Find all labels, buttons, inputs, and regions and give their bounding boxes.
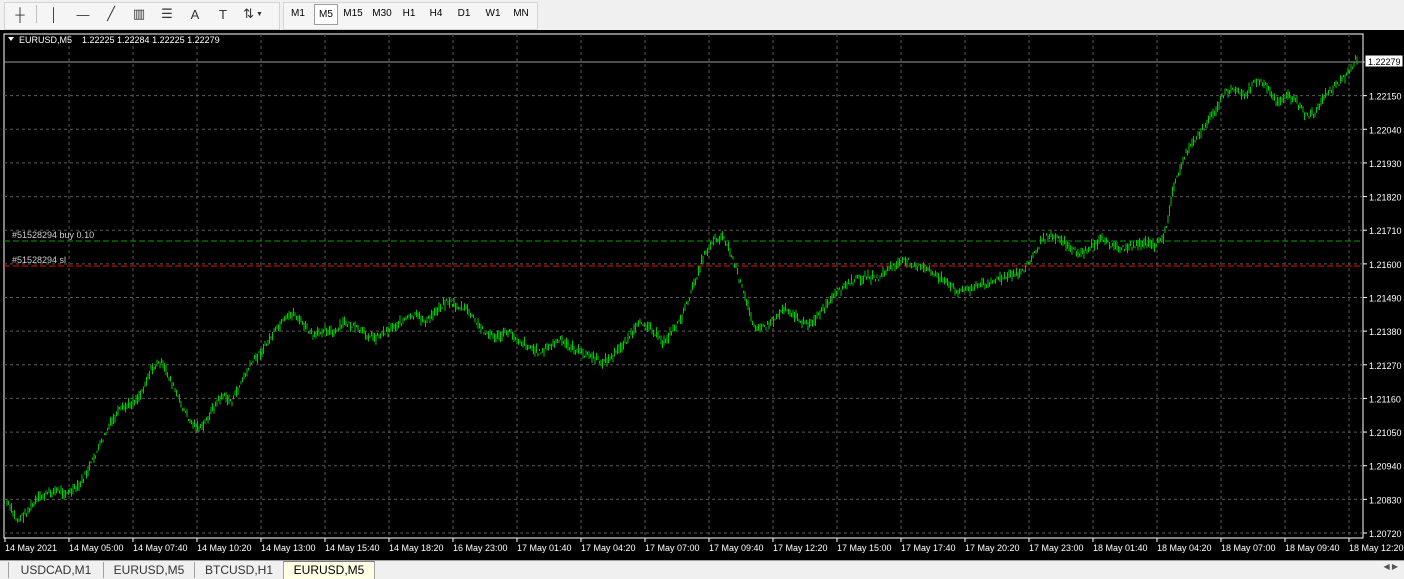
time-tick-label: 17 May 07:00 xyxy=(645,543,700,553)
price-tick-label: 1.21820 xyxy=(1369,193,1402,203)
time-tick-label: 14 May 05:00 xyxy=(69,543,124,553)
toolbar-separator xyxy=(36,5,37,23)
text-label-icon[interactable]: T xyxy=(212,3,234,25)
time-tick-label: 17 May 17:40 xyxy=(901,543,956,553)
time-tick-label: 14 May 10:20 xyxy=(197,543,252,553)
time-tick-label: 18 May 12:20 xyxy=(1349,543,1404,553)
horizontal-line-icon[interactable]: — xyxy=(72,3,94,25)
crosshair-icon[interactable]: ┼ xyxy=(9,3,31,25)
timeframe-h1[interactable]: H1 xyxy=(398,4,420,24)
equidistant-channel-icon[interactable]: ▥ xyxy=(128,3,150,25)
text-icon[interactable]: A xyxy=(184,3,206,25)
time-tick-label: 16 May 23:00 xyxy=(453,543,508,553)
trendline-icon[interactable]: ╱ xyxy=(100,3,122,25)
price-tick-label: 1.21600 xyxy=(1369,260,1402,270)
time-tick-label: 18 May 09:40 xyxy=(1285,543,1340,553)
toolbar: ┼ │ — ╱ ▥ ☰ A T ⇅ ▼ M1 M5 M15 M30 H1 H4 D1 W1 MN xyxy=(0,0,1404,31)
price-tick-label: 1.21490 xyxy=(1369,294,1402,304)
timeframe-m5[interactable]: M5 xyxy=(314,4,338,25)
current-price-label: 1.22279 xyxy=(1368,57,1401,67)
chart-ohlc-values: 1.22225 1.22284 1.22225 1.22279 xyxy=(82,35,220,45)
price-tick-label: 1.21930 xyxy=(1369,159,1402,169)
timeframe-d1[interactable]: D1 xyxy=(453,4,475,24)
chart-symbol-label: EURUSD,M5 xyxy=(19,35,72,45)
chart-canvas[interactable]: 1.22150 1.22040 1.21930 1.21820 1.21710 1.216… xyxy=(0,30,1404,560)
time-tick-label: 17 May 12:20 xyxy=(773,543,828,553)
time-tick-label: 14 May 18:20 xyxy=(389,543,444,553)
time-tick-label: 18 May 04:20 xyxy=(1157,543,1212,553)
tabs-scroll-arrows[interactable]: ◀ ▶ xyxy=(1383,562,1398,571)
stop-loss-label: #51528294 sl xyxy=(12,255,66,265)
timeframe-mn[interactable]: MN xyxy=(509,4,533,24)
chart-menu-triangle-icon[interactable] xyxy=(8,37,14,41)
timeframe-m30[interactable]: M30 xyxy=(369,4,395,24)
plot-border xyxy=(3,33,1364,539)
time-tick-label: 17 May 09:40 xyxy=(709,543,764,553)
timeframe-m15[interactable]: M15 xyxy=(340,4,366,24)
price-tick-label: 1.20720 xyxy=(1369,529,1402,539)
price-chart[interactable]: 1.22150 1.22040 1.21930 1.21820 1.21710 1.216… xyxy=(0,30,1404,560)
time-tick-label: 17 May 15:00 xyxy=(837,543,892,553)
price-tick-label: 1.21160 xyxy=(1369,394,1401,404)
time-tick-label: 14 May 15:40 xyxy=(325,543,380,553)
chart-tab[interactable]: BTCUSD,H1 xyxy=(194,562,284,578)
chart-tab[interactable]: EURUSD,M5 xyxy=(283,561,375,579)
chart-tabs-bar: USDCAD,M1 EURUSD,M5 BTCUSD,H1 EURUSD,M5 ◀ ▶ xyxy=(0,560,1404,579)
timeframe-w1[interactable]: W1 xyxy=(482,4,504,24)
time-tick-label: 14 May 07:40 xyxy=(133,543,188,553)
price-tick-label: 1.20830 xyxy=(1369,495,1402,505)
time-tick-label: 18 May 07:00 xyxy=(1221,543,1276,553)
time-tick-label: 17 May 01:40 xyxy=(517,543,572,553)
time-tick-label: 17 May 04:20 xyxy=(581,543,636,553)
timeframe-m1[interactable]: M1 xyxy=(287,4,309,24)
arrows-icon[interactable]: ⇅ ▼ xyxy=(242,3,264,25)
price-tick-label: 1.21710 xyxy=(1369,226,1402,236)
price-tick-label: 1.21270 xyxy=(1369,361,1402,371)
time-tick-label: 17 May 20:20 xyxy=(965,543,1020,553)
price-tick-label: 1.21050 xyxy=(1369,428,1402,438)
fibonacci-icon[interactable]: ☰ xyxy=(156,3,178,25)
timeframe-h4[interactable]: H4 xyxy=(425,4,447,24)
price-tick-label: 1.22150 xyxy=(1369,92,1402,102)
time-tick-label: 14 May 13:00 xyxy=(261,543,316,553)
price-tick-label: 1.22040 xyxy=(1369,125,1402,135)
price-bars xyxy=(6,55,1358,524)
price-series xyxy=(6,55,1358,524)
time-tick-label: 14 May 2021 xyxy=(5,543,57,553)
buy-order-label: #51528294 buy 0.10 xyxy=(12,230,94,240)
vertical-line-icon[interactable]: │ xyxy=(43,3,65,25)
price-tick-label: 1.20940 xyxy=(1369,462,1402,472)
chart-tab[interactable]: USDCAD,M1 xyxy=(8,562,104,578)
time-tick-label: 17 May 23:00 xyxy=(1029,543,1084,553)
chevron-down-icon[interactable]: ▼ xyxy=(256,11,263,18)
time-tick-label: 18 May 01:40 xyxy=(1093,543,1148,553)
price-tick-label: 1.21380 xyxy=(1369,327,1402,337)
chart-tab[interactable]: EURUSD,M5 xyxy=(103,562,195,578)
